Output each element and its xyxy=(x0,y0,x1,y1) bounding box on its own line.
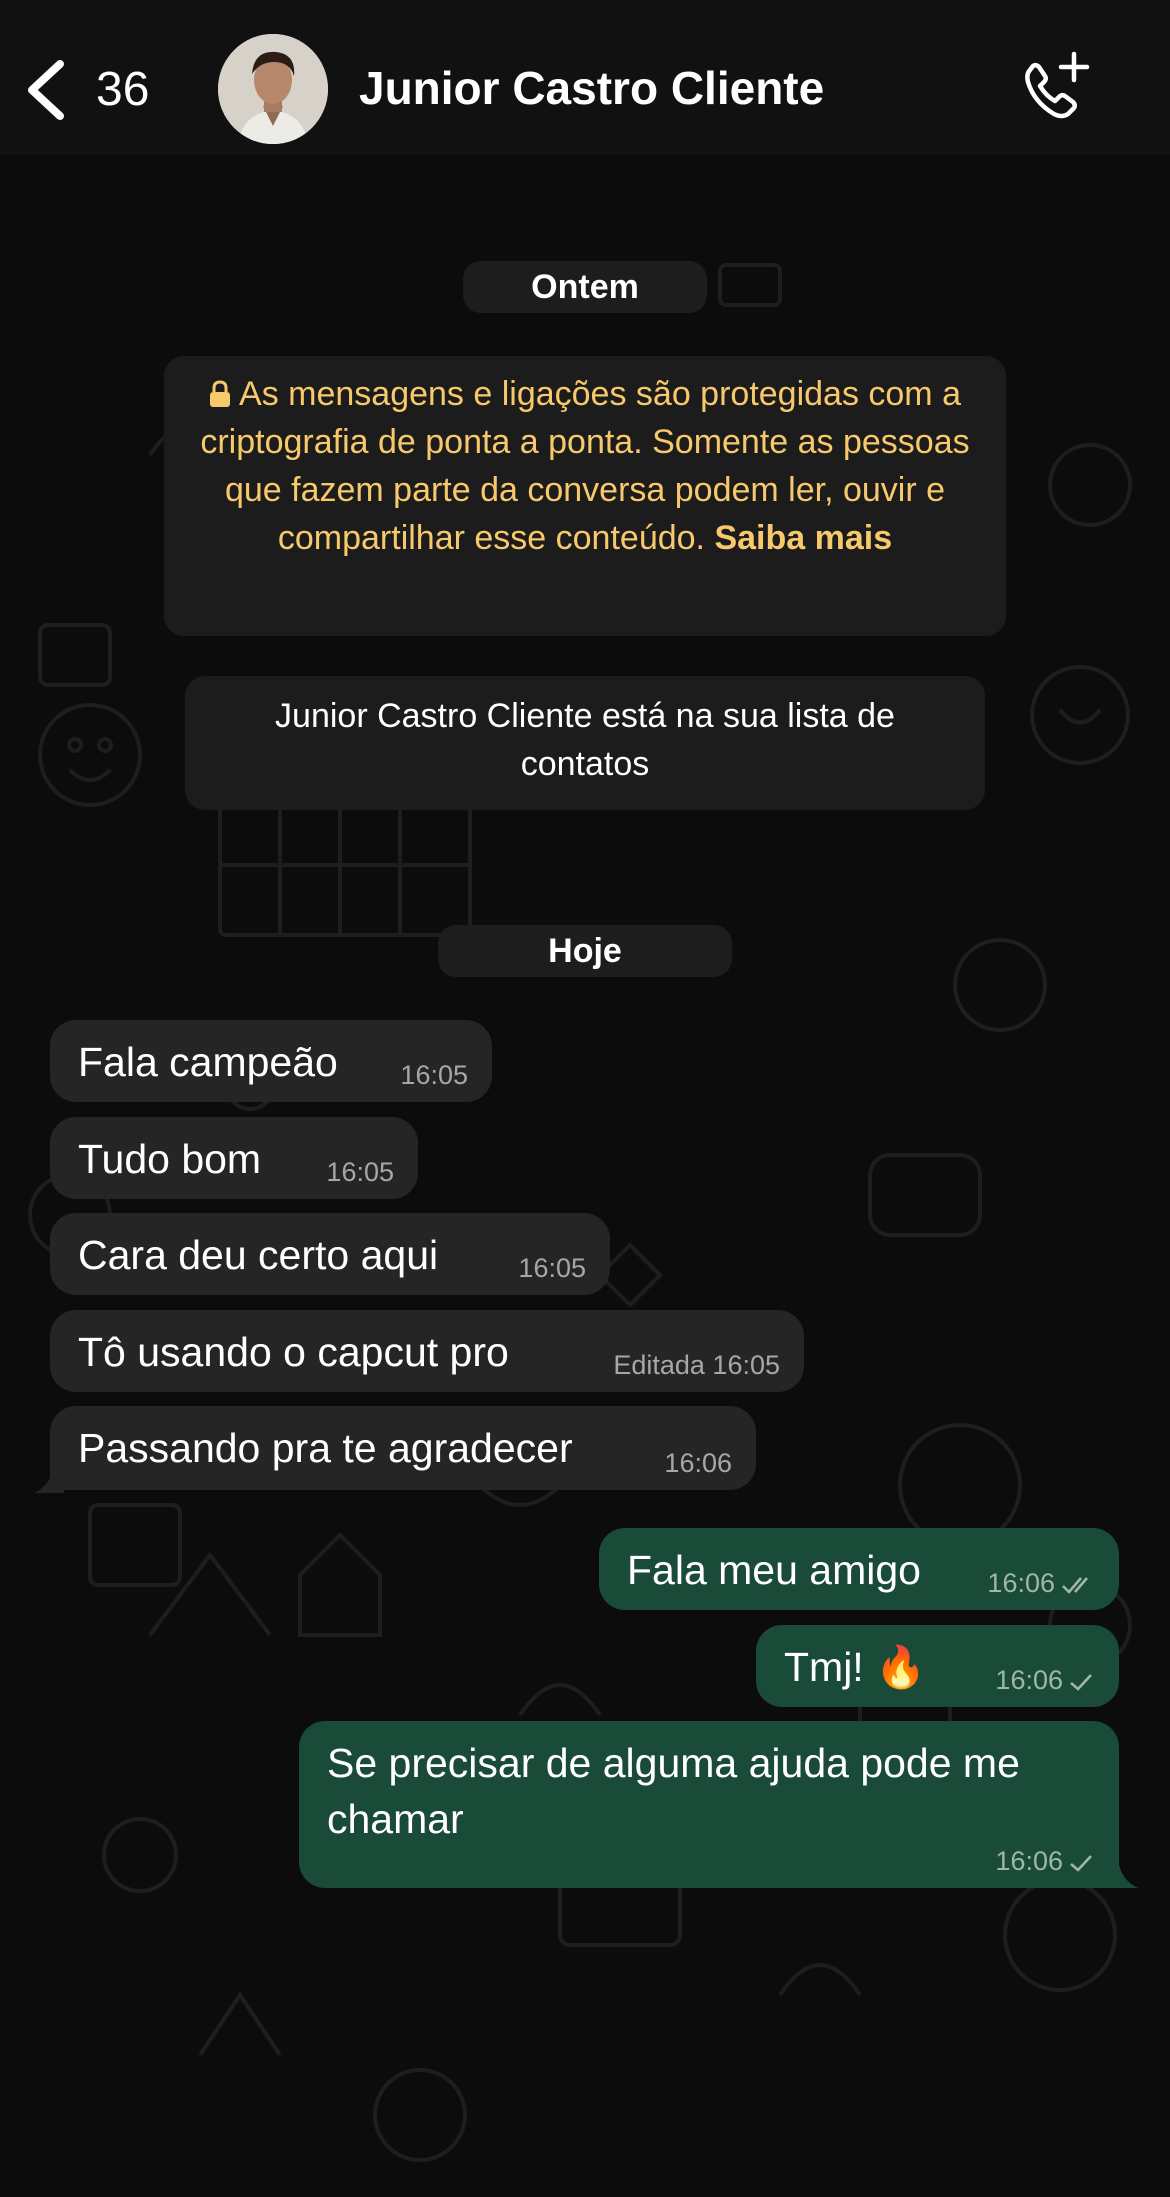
back-button[interactable] xyxy=(22,58,72,122)
message-incoming[interactable]: Tudo bom 16:05 xyxy=(50,1117,418,1199)
message-text: Fala campeão xyxy=(78,1039,338,1085)
message-meta: 16:06 xyxy=(987,1568,1095,1598)
message-time: 16:06 xyxy=(995,1665,1063,1695)
learn-more-link[interactable]: Saiba mais xyxy=(714,519,892,557)
add-call-button[interactable] xyxy=(1016,50,1092,126)
contact-notice: Junior Castro Cliente está na sua lista … xyxy=(185,676,985,810)
message-outgoing[interactable]: Tmj! 🔥 16:06 xyxy=(756,1625,1119,1707)
message-incoming[interactable]: Passando pra te agradecer 16:06 xyxy=(50,1406,756,1490)
chat-header: 36 Junior Castro Cliente xyxy=(0,0,1170,155)
message-time: Editada 16:05 xyxy=(613,1350,780,1380)
avatar[interactable] xyxy=(218,34,328,144)
message-incoming[interactable]: Cara deu certo aqui 16:05 xyxy=(50,1213,610,1295)
contact-name[interactable]: Junior Castro Cliente xyxy=(359,60,824,116)
phone-plus-icon xyxy=(1025,51,1090,119)
check-icon xyxy=(1070,1673,1092,1691)
encryption-notice[interactable]: As mensagens e ligações são protegidas c… xyxy=(164,356,1006,636)
message-time: 16:05 xyxy=(518,1253,586,1283)
chevron-left-icon xyxy=(28,60,64,120)
message-text: Cara deu certo aqui xyxy=(78,1232,439,1278)
check-icon xyxy=(1070,1854,1092,1872)
message-text: Tmj! 🔥 xyxy=(784,1644,927,1690)
message-time: 16:06 xyxy=(995,1846,1063,1876)
message-meta: 16:06 xyxy=(995,1665,1095,1695)
message-text: Passando pra te agradecer xyxy=(78,1425,573,1471)
message-outgoing[interactable]: Se precisar de alguma ajuda pode me cham… xyxy=(299,1721,1119,1888)
message-time: 16:06 xyxy=(664,1448,732,1478)
message-text: Se precisar de alguma ajuda pode me cham… xyxy=(327,1740,1020,1842)
message-text: Tudo bom xyxy=(78,1136,262,1182)
message-incoming[interactable]: Fala campeão 16:05 xyxy=(50,1020,492,1102)
message-time: 16:06 xyxy=(987,1568,1055,1598)
lock-icon xyxy=(210,380,231,407)
message-time: 16:05 xyxy=(326,1157,394,1187)
unread-count[interactable]: 36 xyxy=(96,62,149,118)
message-time: 16:05 xyxy=(400,1060,468,1090)
double-check-icon xyxy=(1062,1577,1088,1594)
message-text: Fala meu amigo xyxy=(627,1547,921,1593)
date-divider-yesterday: Ontem xyxy=(463,261,707,313)
message-text: Tô usando o capcut pro xyxy=(78,1329,509,1375)
message-meta: 16:06 xyxy=(995,1846,1095,1876)
message-outgoing[interactable]: Fala meu amigo 16:06 xyxy=(599,1528,1119,1610)
message-incoming[interactable]: Tô usando o capcut pro Editada 16:05 xyxy=(50,1310,804,1392)
chat-area[interactable]: Ontem As mensagens e ligações são proteg… xyxy=(0,155,1170,2197)
contact-notice-text: Junior Castro Cliente está na sua lista … xyxy=(275,697,895,783)
date-divider-today: Hoje xyxy=(438,925,732,977)
